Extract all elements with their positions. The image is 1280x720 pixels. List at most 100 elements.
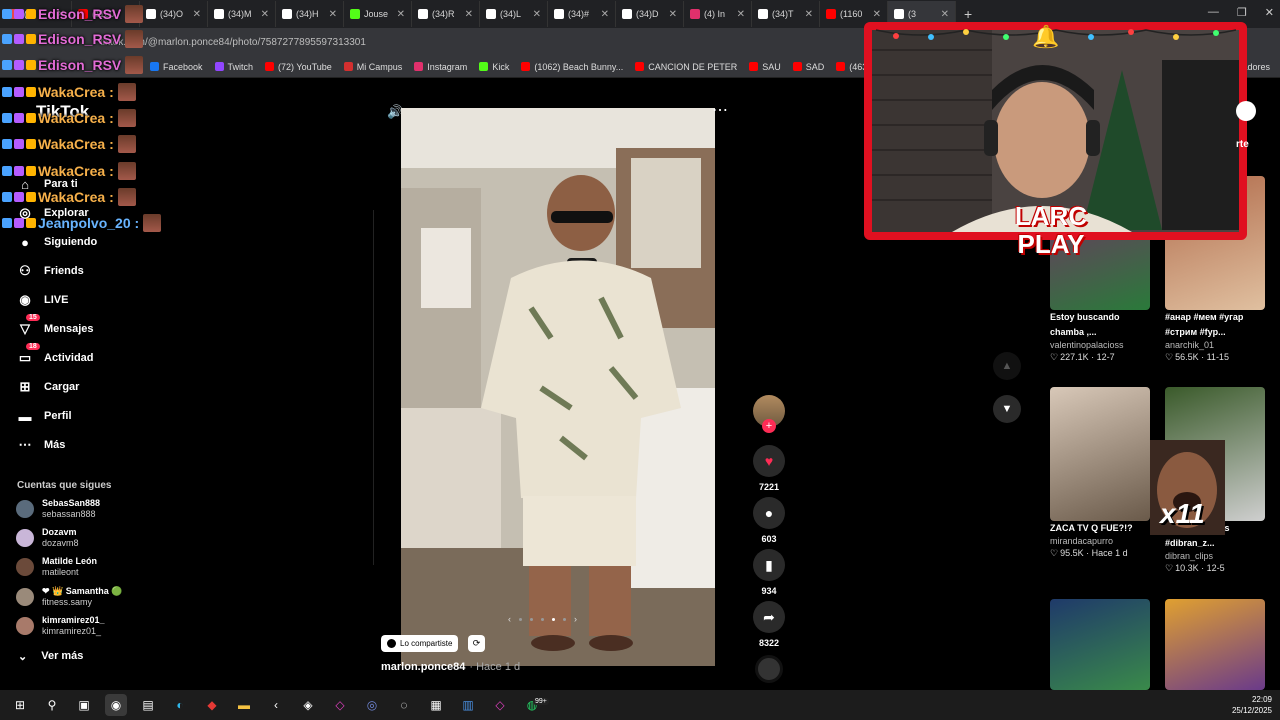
see-more-button[interactable]: ⌄ Ver más xyxy=(18,650,83,663)
music-disc-icon[interactable] xyxy=(755,655,783,683)
sidebar-item-perfil[interactable]: ▬ Perfil xyxy=(16,405,72,427)
repost-icon[interactable]: ⟳ xyxy=(468,635,485,652)
comment-action[interactable]: ● 603 xyxy=(753,497,785,544)
side-panel-label[interactable]: rte xyxy=(1236,139,1249,150)
followed-account[interactable]: kimramirez01_ kimramirez01_ xyxy=(16,615,105,637)
chrome-icon[interactable]: ◉ xyxy=(105,694,127,716)
carousel-dot[interactable] xyxy=(541,617,544,621)
video-thumbnail[interactable] xyxy=(1050,387,1150,521)
new-tab-icon[interactable]: + xyxy=(964,6,972,22)
bookmark-item[interactable]: (72) YouTube xyxy=(265,62,332,72)
carousel-next-icon[interactable]: › xyxy=(574,614,577,624)
video-title[interactable]: Estoy buscando chamba ,... xyxy=(1050,310,1150,340)
tab-close-icon[interactable]: ✕ xyxy=(737,9,745,20)
discord-icon[interactable]: ◎ xyxy=(361,694,383,716)
video-author[interactable]: valentinopalacioss xyxy=(1050,340,1150,350)
video-thumbnail[interactable] xyxy=(1050,599,1150,690)
post-author[interactable]: marlon.ponce84 xyxy=(381,661,465,673)
video-title[interactable]: ZACA TV Q FUE?!? xyxy=(1050,521,1150,536)
browser-tab[interactable]: (34)M ✕ xyxy=(208,1,276,27)
tab-close-icon[interactable]: ✕ xyxy=(465,9,473,20)
browser-tab[interactable]: (34)D ✕ xyxy=(616,1,684,27)
like-action[interactable]: ♥ 7221 xyxy=(753,445,785,492)
carousel-prev-icon[interactable]: ‹ xyxy=(508,614,511,624)
app-icon[interactable]: ◇ xyxy=(329,694,351,716)
follow-plus-icon[interactable]: + xyxy=(762,419,776,433)
post-options-icon[interactable]: ⋯ xyxy=(712,100,728,120)
browser-tab[interactable]: (4) In ✕ xyxy=(684,1,752,27)
search-icon[interactable]: ⚲ xyxy=(41,694,63,716)
save-action[interactable]: ▮ 934 xyxy=(753,549,785,596)
previous-post-button[interactable]: ▲ xyxy=(993,352,1021,380)
bookmark-item[interactable]: SAU xyxy=(749,62,781,72)
bookmark-item[interactable]: Mi Campus xyxy=(343,62,402,72)
bookmark-item[interactable]: Instagram xyxy=(414,62,467,72)
bookmark-item[interactable]: Kick xyxy=(479,62,509,72)
app-icon[interactable]: ◇ xyxy=(489,694,511,716)
edge-icon[interactable]: ◐ xyxy=(169,694,191,716)
tab-close-icon[interactable]: ✕ xyxy=(805,9,813,20)
video-thumbnail[interactable] xyxy=(1165,599,1265,690)
carousel-dot-active[interactable] xyxy=(552,617,555,621)
comment-icon[interactable]: ● xyxy=(753,497,785,529)
word-icon[interactable]: ▥ xyxy=(457,694,479,716)
sidebar-item-siguiendo[interactable]: ● Siguiendo xyxy=(16,231,97,253)
recommended-video[interactable]: ZACA TV Q FUE?!? mirandacapurro ♡ 95.5K · H… xyxy=(1050,387,1150,559)
tab-close-icon[interactable]: ✕ xyxy=(941,9,949,20)
windows-start-icon[interactable]: ⊞ xyxy=(9,694,31,716)
followed-account[interactable]: Dozavm dozavm8 xyxy=(16,527,79,549)
bookmark-item[interactable]: Twitch xyxy=(214,62,253,72)
sidebar-item-cargar[interactable]: ⊞ Cargar xyxy=(16,376,80,398)
obs-icon[interactable]: ◌ xyxy=(393,694,415,716)
tab-close-icon[interactable]: ✕ xyxy=(601,9,609,20)
next-post-button[interactable]: ▼ xyxy=(993,395,1021,423)
whatsapp-icon[interactable]: ◍ 99+ xyxy=(521,694,549,716)
video-title[interactable]: #анар #мем #угар #стрим #fyp... xyxy=(1165,310,1265,340)
browser-tab[interactable]: (34)H ✕ xyxy=(276,1,344,27)
sidebar-item-actividad[interactable]: ▭ 18 Actividad xyxy=(16,343,94,369)
system-clock[interactable]: 22:09 25/12/2025 xyxy=(1232,694,1272,716)
browser-tab[interactable]: Jouse ✕ xyxy=(344,1,412,27)
sidebar-item-mensajes[interactable]: ▽ 15 Mensajes xyxy=(16,314,94,340)
browser-tab[interactable]: (34)# ✕ xyxy=(548,1,616,27)
close-window-icon[interactable]: ✕ xyxy=(1265,6,1274,19)
bookmark-item[interactable]: (1062) Beach Bunny... xyxy=(521,62,623,72)
followed-account[interactable]: ❤ 👑 Samantha 🟢 fitness.samy xyxy=(16,586,122,608)
bookmark-item[interactable]: CANCION DE PETER xyxy=(635,62,737,72)
carousel-dot[interactable] xyxy=(519,617,522,621)
sidebar-item-m-s[interactable]: ⋯ Más xyxy=(16,434,66,456)
browser-tab[interactable]: (34)L ✕ xyxy=(480,1,548,27)
bookmark-item[interactable]: Facebook xyxy=(150,62,203,72)
shared-by-you-pill[interactable]: Lo compartiste xyxy=(381,635,459,652)
minimize-icon[interactable]: — xyxy=(1208,6,1219,19)
app-icon[interactable]: ‹ xyxy=(265,694,287,716)
carousel-pagination[interactable]: ‹ › xyxy=(508,614,577,624)
store-icon[interactable]: ▤ xyxy=(137,694,159,716)
restore-icon[interactable]: ❐ xyxy=(1237,6,1247,19)
video-author[interactable]: mirandacapurro xyxy=(1050,536,1150,546)
bookmark-item[interactable]: SAD xyxy=(792,62,824,72)
tab-close-icon[interactable]: ✕ xyxy=(193,9,201,20)
browser-tab[interactable]: (34)T ✕ xyxy=(752,1,820,27)
video-author[interactable]: dibran_clips xyxy=(1165,551,1265,561)
sidebar-item-live[interactable]: ◉ LIVE xyxy=(16,289,68,311)
task-view-icon[interactable]: ▣ xyxy=(73,694,95,716)
tab-close-icon[interactable]: ✕ xyxy=(397,9,405,20)
tab-close-icon[interactable]: ✕ xyxy=(261,9,269,20)
calculator-icon[interactable]: ▦ xyxy=(425,694,447,716)
app-red-icon[interactable]: ◆ xyxy=(201,694,223,716)
side-panel-avatar[interactable] xyxy=(1236,101,1256,121)
bookmark-icon[interactable]: ▮ xyxy=(753,549,785,581)
video-author[interactable]: anarchik_01 xyxy=(1165,340,1265,350)
app-icon[interactable]: ◈ xyxy=(297,694,319,716)
carousel-dot[interactable] xyxy=(530,617,533,621)
file-explorer-icon[interactable]: ▬ xyxy=(233,694,255,716)
tab-close-icon[interactable]: ✕ xyxy=(669,9,677,20)
followed-account[interactable]: SebasSan888 sebassan888 xyxy=(16,498,100,520)
sidebar-item-friends[interactable]: ⚇ Friends xyxy=(16,260,84,282)
tab-close-icon[interactable]: ✕ xyxy=(873,9,881,20)
carousel-dot[interactable] xyxy=(563,617,566,621)
share-action[interactable]: ➦ 8322 xyxy=(753,601,785,648)
followed-account[interactable]: Matilde León matileont xyxy=(16,556,97,578)
tab-close-icon[interactable]: ✕ xyxy=(533,9,541,20)
